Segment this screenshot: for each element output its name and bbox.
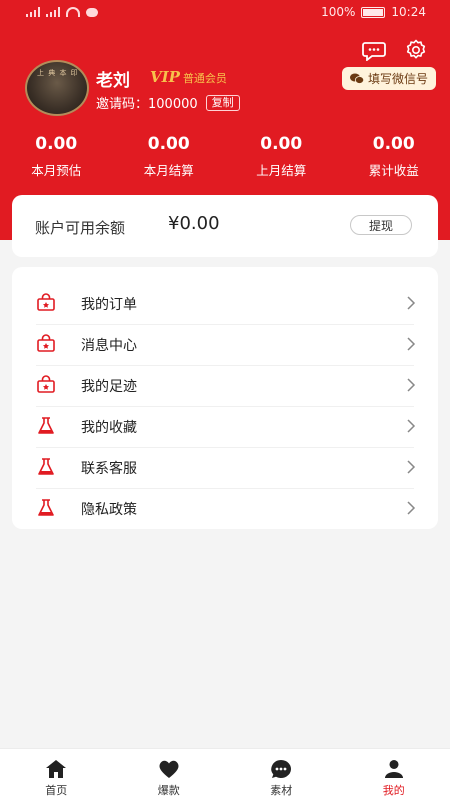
- clock: 10:24: [391, 5, 426, 19]
- bottom-tab-bar: 首页 爆款 素材 我的: [0, 748, 450, 801]
- signal-icon: [26, 7, 40, 17]
- chevron-right-icon: [406, 337, 416, 351]
- message-notification-icon: [86, 8, 98, 17]
- menu-item-customer-service[interactable]: 联系客服: [12, 447, 438, 488]
- invite-code-row: 邀请码：100000 复制: [96, 93, 240, 112]
- wechat-label: 填写微信号: [368, 70, 428, 87]
- tab-hot[interactable]: 爆款: [113, 749, 226, 801]
- menu-item-message-center[interactable]: 消息中心: [12, 324, 438, 365]
- invite-label: 邀请码：: [96, 97, 148, 112]
- username: 老刘: [96, 66, 130, 91]
- balance-amount: ¥0.00: [168, 213, 220, 234]
- avatar-image-text: 上 典 本 印: [37, 68, 79, 78]
- stat-value: 0.00: [338, 134, 450, 154]
- chevron-right-icon: [406, 460, 416, 474]
- stat-value: 0.00: [225, 134, 338, 154]
- tab-label: 我的: [383, 782, 405, 798]
- tab-label: 首页: [45, 782, 67, 798]
- menu-item-label: 隐私政策: [81, 499, 137, 519]
- tab-label: 爆款: [158, 782, 180, 798]
- status-right: 100% 10:24: [321, 5, 426, 19]
- chat-bubble-icon: [362, 39, 386, 61]
- chat-icon: [270, 759, 292, 779]
- battery-icon: [361, 7, 385, 18]
- signal-icon: [46, 7, 60, 17]
- menu-item-label: 我的订单: [81, 294, 137, 314]
- invite-code-text: 邀请码：100000: [96, 93, 198, 112]
- battery-percent: 100%: [321, 5, 355, 19]
- status-bar: 100% 10:24: [0, 0, 450, 26]
- stat-label: 累计收益: [338, 160, 450, 179]
- vip-level: 普通会员: [183, 70, 227, 86]
- flask-icon: [36, 457, 56, 477]
- chevron-right-icon: [406, 419, 416, 433]
- menu-item-label: 联系客服: [81, 458, 137, 478]
- menu-item-my-orders[interactable]: 我的订单: [12, 283, 438, 324]
- status-left: [26, 7, 98, 17]
- home-icon: [45, 759, 67, 779]
- menu-item-privacy-policy[interactable]: 隐私政策: [12, 488, 438, 529]
- chevron-right-icon: [406, 501, 416, 515]
- chevron-right-icon: [406, 378, 416, 392]
- menu-list: 我的订单 消息中心 我的足迹 我的收藏 联系客服 隐私政策: [12, 267, 438, 529]
- vip-mark: VIP: [150, 68, 180, 86]
- settings-button[interactable]: [404, 38, 428, 62]
- copy-invite-button[interactable]: 复制: [206, 95, 240, 111]
- earnings-stats: 0.00 本月预估 0.00 本月结算 0.00 上月结算 0.00 累计收益: [0, 134, 450, 179]
- menu-item-label: 我的收藏: [81, 417, 137, 437]
- balance-label: 账户可用余额: [35, 217, 125, 238]
- gear-icon: [404, 38, 428, 62]
- stat-total-earnings[interactable]: 0.00 累计收益: [338, 134, 450, 179]
- avatar[interactable]: 上 典 本 印: [25, 60, 89, 116]
- bag-icon: [36, 375, 56, 395]
- header-actions: [362, 38, 428, 62]
- bag-icon: [36, 293, 56, 313]
- wechat-icon: [350, 73, 364, 84]
- stat-label: 本月预估: [0, 160, 113, 179]
- tab-home[interactable]: 首页: [0, 749, 113, 801]
- stat-value: 0.00: [0, 134, 113, 154]
- stat-this-month-settled[interactable]: 0.00 本月结算: [113, 134, 226, 179]
- heart-icon: [158, 759, 180, 779]
- flask-icon: [36, 498, 56, 518]
- stat-last-month-settled[interactable]: 0.00 上月结算: [225, 134, 338, 179]
- wifi-icon: [66, 7, 80, 17]
- stat-label: 本月结算: [113, 160, 226, 179]
- bag-icon: [36, 334, 56, 354]
- stat-this-month-estimate[interactable]: 0.00 本月预估: [0, 134, 113, 179]
- menu-item-label: 消息中心: [81, 335, 137, 355]
- invite-code: 100000: [148, 97, 198, 112]
- vip-badge: VIP 普通会员: [150, 68, 227, 86]
- withdraw-button[interactable]: 提现: [350, 215, 412, 235]
- tab-mine[interactable]: 我的: [338, 749, 450, 801]
- tab-materials[interactable]: 素材: [225, 749, 338, 801]
- user-icon: [383, 759, 405, 779]
- menu-item-my-favorites[interactable]: 我的收藏: [12, 406, 438, 447]
- stat-value: 0.00: [113, 134, 226, 154]
- menu-item-label: 我的足迹: [81, 376, 137, 396]
- balance-card: 账户可用余额 ¥0.00 提现: [12, 195, 438, 257]
- fill-wechat-button[interactable]: 填写微信号: [342, 67, 436, 90]
- menu-item-my-footprints[interactable]: 我的足迹: [12, 365, 438, 406]
- message-button[interactable]: [362, 38, 386, 62]
- chevron-right-icon: [406, 296, 416, 310]
- stat-label: 上月结算: [225, 160, 338, 179]
- flask-icon: [36, 416, 56, 436]
- tab-label: 素材: [270, 782, 292, 798]
